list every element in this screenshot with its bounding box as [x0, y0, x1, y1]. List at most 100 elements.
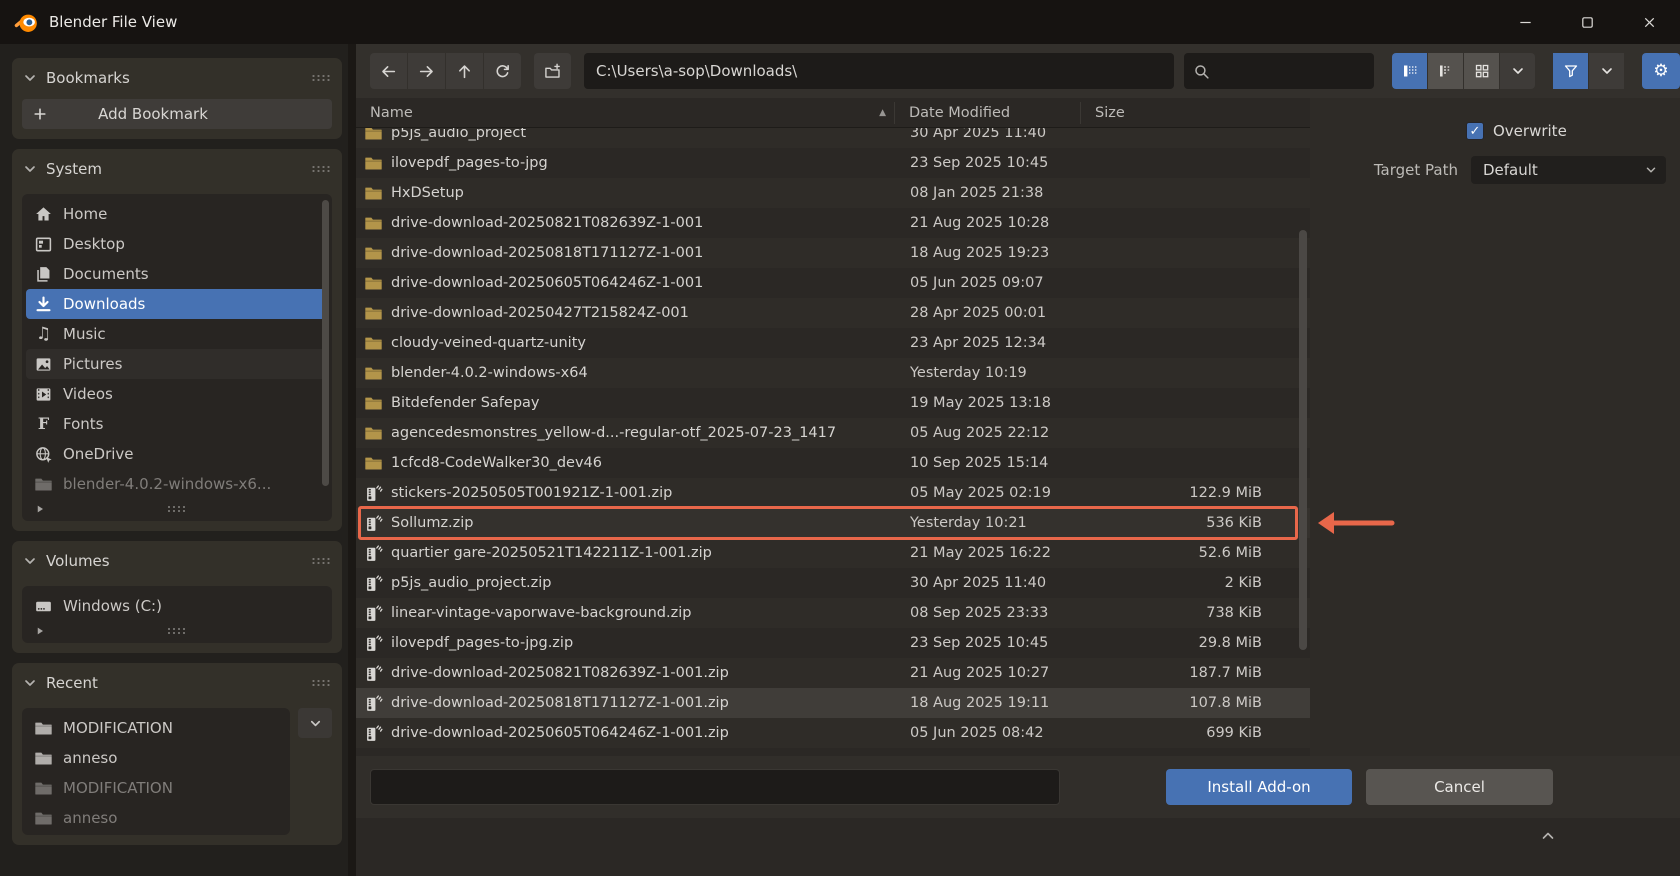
file-name: drive-download-20250605T064246Z-1-001.zi… [391, 725, 729, 741]
file-row-drive-download-20250818t171127z-1-001[interactable]: drive-download-20250818T171127Z-1-00118 … [356, 238, 1310, 268]
file-name-cell: drive-download-20250427T215824Z-001 [356, 304, 896, 323]
list-resize-grip[interactable] [167, 505, 188, 513]
sidebar-item-label: Home [63, 205, 107, 223]
desktop-icon [34, 235, 53, 254]
sidebar-item-music[interactable]: ♫Music [26, 319, 328, 349]
recent-options-button[interactable] [298, 708, 332, 738]
panel-grip-handle[interactable] [311, 74, 332, 82]
file-row-1cfcd8-codewalker30-dev46[interactable]: 1cfcd8-CodeWalker30_dev4610 Sep 2025 15:… [356, 448, 1310, 478]
file-row-hxdsetup[interactable]: HxDSetup08 Jan 2025 21:38 [356, 178, 1310, 208]
file-row-drive-download-20250821t082639z-1-001[interactable]: drive-download-20250821T082639Z-1-00121 … [356, 208, 1310, 238]
sidebar-item-onedrive[interactable]: OneDrive [26, 439, 328, 469]
search-input[interactable] [1184, 53, 1374, 89]
target-path-dropdown[interactable]: Default [1471, 156, 1666, 184]
file-name: Sollumz.zip [391, 515, 474, 531]
filter-settings-dropdown-button[interactable] [1589, 53, 1624, 89]
create-new-directory-button[interactable] [534, 53, 571, 89]
panel-grip-handle[interactable] [311, 165, 332, 173]
settings-gear-button[interactable]: ⚙ [1642, 53, 1680, 89]
column-header-date[interactable]: Date Modified [895, 105, 1080, 121]
sidebar-item-downloads[interactable]: Downloads [26, 289, 328, 319]
file-row-linear-vintage-vaporwave-background-zip[interactable]: linear-vintage-vaporwave-background.zip0… [356, 598, 1310, 628]
file-row-p5js-audio-project-zip[interactable]: p5js_audio_project.zip30 Apr 2025 11:402… [356, 568, 1310, 598]
bookmarks-title: Bookmarks [46, 69, 130, 87]
close-button[interactable] [1618, 0, 1680, 44]
file-name-cell: drive-download-20250821T082639Z-1-001.zi… [356, 664, 896, 683]
sidebar-item-pictures[interactable]: Pictures [26, 349, 328, 379]
view-detailed-list-button[interactable] [1428, 53, 1463, 89]
sidebar-item-anneso[interactable]: anneso [26, 743, 286, 773]
view-thumbnails-button[interactable] [1464, 53, 1499, 89]
view-vertical-list-button[interactable] [1392, 53, 1427, 89]
back-button[interactable] [370, 53, 407, 89]
sidebar-item-videos[interactable]: Videos [26, 379, 328, 409]
file-name: Bitdefender Safepay [391, 395, 539, 411]
panel-grip-handle[interactable] [311, 557, 332, 565]
column-header-name[interactable]: Name ▲ [356, 105, 894, 121]
display-settings-dropdown-button[interactable] [1500, 53, 1535, 89]
system-header[interactable]: System [22, 156, 332, 182]
search-icon [1193, 63, 1210, 80]
folder-icon [364, 454, 383, 473]
folder-icon [34, 809, 53, 828]
volumes-header[interactable]: Volumes [22, 548, 332, 574]
file-date: 23 Apr 2025 12:34 [896, 335, 1081, 351]
sidebar-item-blender-4-0-2-windows-x6[interactable]: blender-4.0.2-windows-x6... [26, 469, 328, 499]
file-name-cell: Sollumz.zip [356, 514, 896, 533]
folder-icon [34, 475, 53, 494]
file-row-drive-download-20250605t064246z-1-001[interactable]: drive-download-20250605T064246Z-1-00105 … [356, 268, 1310, 298]
forward-button[interactable] [408, 53, 445, 89]
add-bookmark-button[interactable]: Add Bookmark [22, 99, 332, 129]
file-row-agencedesmonstres-yellow-d-regular-otf-2025-07-23-1417[interactable]: agencedesmonstres_yellow-d...-regular-ot… [356, 418, 1310, 448]
install-addon-button[interactable]: Install Add-on [1166, 769, 1352, 805]
file-size: 2 KiB [1081, 575, 1310, 591]
overwrite-checkbox[interactable]: ✓ [1466, 122, 1484, 140]
column-header-size[interactable]: Size [1081, 105, 1310, 121]
folder-icon [34, 749, 53, 768]
sidebar-item-modification[interactable]: MODIFICATION [26, 713, 286, 743]
cancel-button[interactable]: Cancel [1366, 769, 1553, 805]
sidebar-item-modification[interactable]: MODIFICATION [26, 773, 286, 803]
refresh-button[interactable] [484, 53, 521, 89]
file-row-p5js-audio-project[interactable]: p5js_audio_project30 Apr 2025 11:40 [356, 128, 1310, 148]
sidebar-item-label: Downloads [63, 295, 145, 313]
list-resize-grip[interactable] [167, 627, 188, 635]
file-row-stickers-20250505t001921z-1-001-zip[interactable]: stickers-20250505T001921Z-1-001.zip05 Ma… [356, 478, 1310, 508]
sidebar-item-label: Fonts [63, 415, 103, 433]
file-row-quartier-gare-20250521t142211z-1-001-zip[interactable]: quartier gare-20250521T142211Z-1-001.zip… [356, 538, 1310, 568]
system-scrollbar[interactable] [322, 200, 329, 486]
sidebar-item-anneso[interactable]: anneso [26, 803, 286, 833]
filename-input[interactable] [370, 769, 1060, 805]
sidebar-item-label: MODIFICATION [63, 779, 173, 797]
collapse-chevron-icon[interactable] [1540, 828, 1556, 844]
sidebar-item-home[interactable]: Home [26, 199, 328, 229]
file-row-cloudy-veined-quartz-unity[interactable]: cloudy-veined-quartz-unity23 Apr 2025 12… [356, 328, 1310, 358]
file-row-drive-download-20250605t064246z-1-001-zip[interactable]: drive-download-20250605T064246Z-1-001.zi… [356, 718, 1310, 748]
path-input[interactable]: C:\Users\a-sop\Downloads\ [584, 53, 1174, 89]
sidebar-item-fonts[interactable]: FFonts [26, 409, 328, 439]
chevron-down-icon [22, 553, 38, 569]
folder-icon [364, 154, 383, 173]
up-button[interactable] [446, 53, 483, 89]
bookmarks-header[interactable]: Bookmarks [22, 65, 332, 91]
sidebar-item-windows-c[interactable]: Windows (C:) [26, 591, 328, 621]
add-bookmark-label: Add Bookmark [54, 105, 252, 123]
file-row-sollumz-zip[interactable]: Sollumz.zipYesterday 10:21536 KiB [356, 508, 1310, 538]
file-row-drive-download-20250427t215824z-001[interactable]: drive-download-20250427T215824Z-00128 Ap… [356, 298, 1310, 328]
sidebar-item-desktop[interactable]: Desktop [26, 229, 328, 259]
panel-grip-handle[interactable] [311, 679, 332, 687]
file-row-ilovepdf-pages-to-jpg-zip[interactable]: ilovepdf_pages-to-jpg.zip23 Sep 2025 10:… [356, 628, 1310, 658]
sidebar-item-documents[interactable]: Documents [26, 259, 328, 289]
recent-header[interactable]: Recent [22, 670, 332, 696]
filter-button[interactable] [1553, 53, 1588, 89]
maximize-button[interactable] [1556, 0, 1618, 44]
file-list-scrollbar[interactable] [1299, 230, 1307, 650]
file-row-drive-download-20250818t171127z-1-001-zip[interactable]: drive-download-20250818T171127Z-1-001.zi… [356, 688, 1310, 718]
file-row-drive-download-20250821t082639z-1-001-zip[interactable]: drive-download-20250821T082639Z-1-001.zi… [356, 658, 1310, 688]
file-row-blender-4-0-2-windows-x64[interactable]: blender-4.0.2-windows-x64Yesterday 10:19 [356, 358, 1310, 388]
pictures-icon [34, 355, 53, 374]
minimize-button[interactable] [1494, 0, 1556, 44]
file-name: drive-download-20250605T064246Z-1-001 [391, 275, 703, 291]
file-row-bitdefender-safepay[interactable]: Bitdefender Safepay19 May 2025 13:18 [356, 388, 1310, 418]
file-row-ilovepdf-pages-to-jpg[interactable]: ilovepdf_pages-to-jpg23 Sep 2025 10:45 [356, 148, 1310, 178]
